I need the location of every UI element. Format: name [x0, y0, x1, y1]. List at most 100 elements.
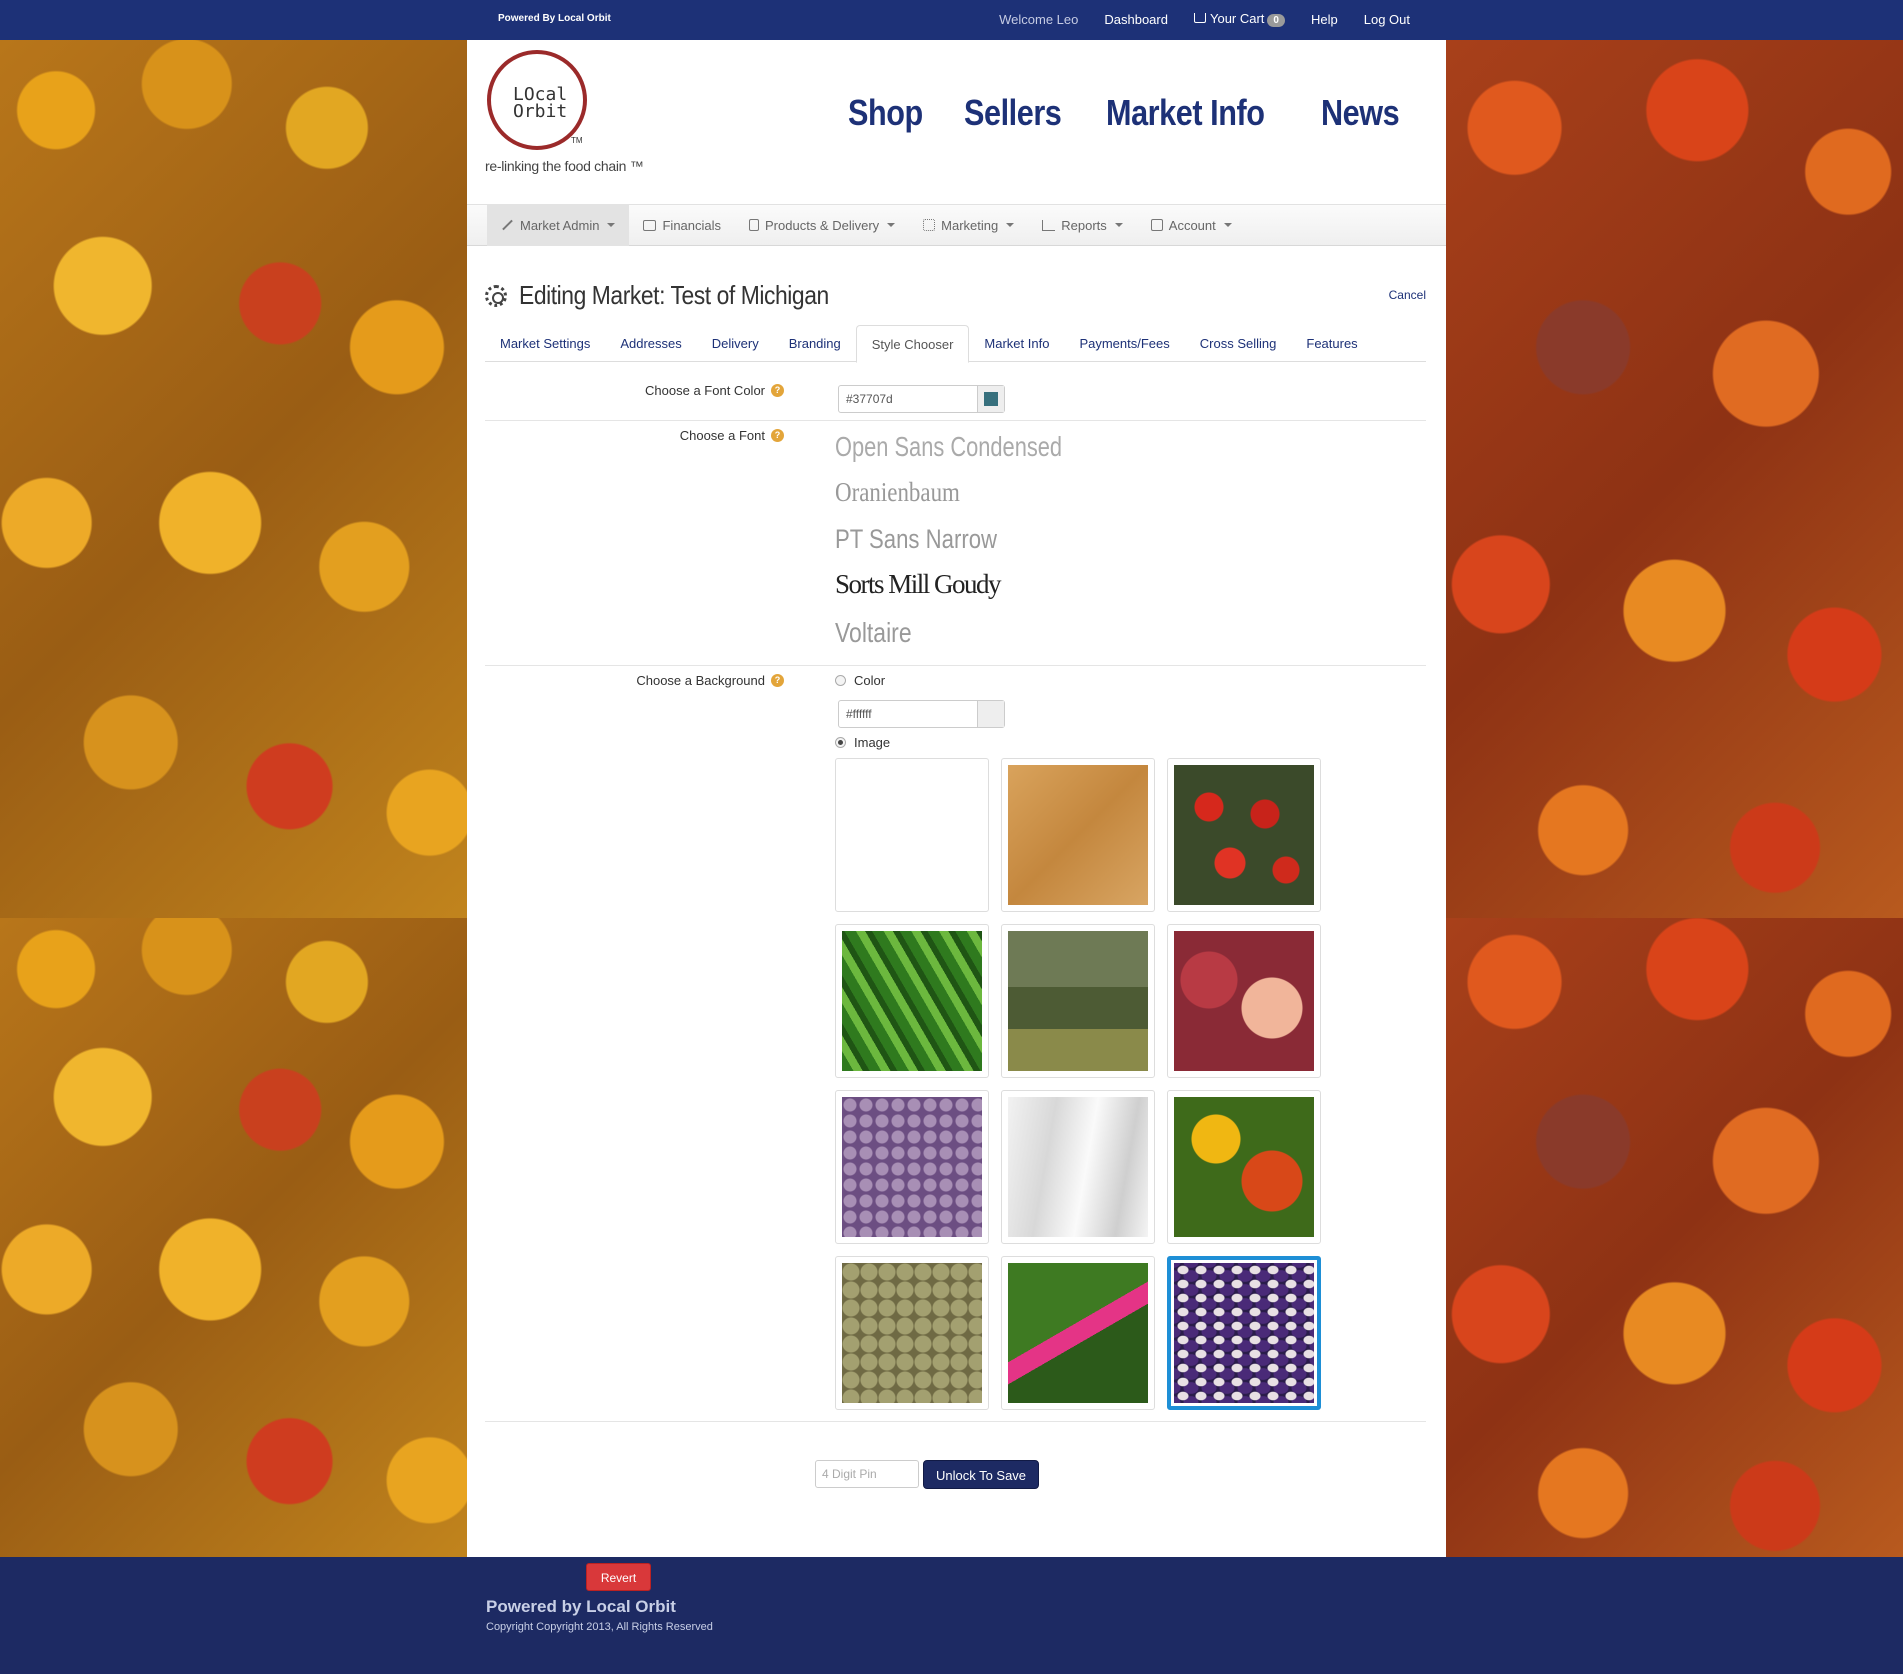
tab-style-chooser[interactable]: Style Chooser [855, 325, 970, 363]
background-thumb-potatoes[interactable] [835, 1090, 989, 1244]
cancel-link[interactable]: Cancel [1389, 288, 1426, 302]
tab-market-settings[interactable]: Market Settings [485, 325, 605, 362]
footer-title: Powered by Local Orbit [486, 1597, 676, 1616]
trademark: TM [571, 136, 583, 145]
thumb-image [842, 1097, 982, 1237]
tagline: re-linking the food chain ™ [485, 158, 644, 174]
thumb-image [1008, 1097, 1148, 1237]
background-thumb-blank[interactable] [835, 758, 989, 912]
color-swatch[interactable] [977, 386, 1004, 412]
tab-branding[interactable]: Branding [774, 325, 856, 362]
nav-sellers[interactable]: Sellers [964, 92, 1062, 134]
menu-financials[interactable]: Financials [629, 204, 735, 246]
welcome-text: Welcome Leo [999, 11, 1079, 27]
logo[interactable]: LOcal Orbit [487, 50, 587, 150]
thumb-image [842, 1263, 982, 1403]
chevron-down-icon [887, 223, 896, 227]
menu-marketing[interactable]: Marketing [909, 204, 1028, 246]
account-icon [1150, 219, 1163, 231]
pin-input[interactable]: 4 Digit Pin [815, 1460, 919, 1488]
font-option-oranienbaum[interactable]: Oranienbaum [835, 477, 960, 508]
powered-by-link[interactable]: Powered By Local Orbit [498, 13, 611, 24]
font-color-field[interactable]: #37707d [838, 385, 1005, 413]
background-image-radio[interactable]: Image [835, 735, 890, 750]
background-image-grid [835, 758, 1321, 1410]
chevron-down-icon [607, 223, 616, 227]
background-thumb-leeks[interactable] [1001, 1090, 1155, 1244]
divider [485, 665, 1426, 666]
swatch-fill [984, 707, 998, 721]
color-swatch[interactable] [977, 701, 1004, 727]
background-color-field[interactable]: #ffffff [838, 700, 1005, 728]
background-thumb-beans[interactable] [1167, 1256, 1321, 1410]
menu-label: Reports [1061, 217, 1107, 233]
background-thumb-tomatoes[interactable] [1167, 758, 1321, 912]
tab-market-info[interactable]: Market Info [969, 325, 1064, 362]
menu-products-delivery[interactable]: Products & Delivery [735, 204, 909, 246]
dashboard-link[interactable]: Dashboard [1104, 12, 1168, 27]
help-icon[interactable]: ? [771, 429, 784, 442]
thumb-image [842, 931, 982, 1071]
tab-addresses[interactable]: Addresses [605, 325, 696, 362]
main-panel: LOcal Orbit TM re-linking the food chain … [467, 40, 1446, 1557]
menu-label: Account [1168, 217, 1216, 233]
cart-link[interactable]: Your Cart 0 [1193, 11, 1285, 27]
menu-market-admin[interactable]: Market Admin [487, 204, 630, 246]
footer: Revert Powered by Local Orbit Copyright … [0, 1557, 1903, 1674]
menu-label: Financials [662, 217, 722, 233]
divider [485, 1421, 1426, 1422]
revert-button[interactable]: Revert [586, 1563, 651, 1591]
radio-button[interactable] [835, 737, 846, 748]
thumb-image [1174, 931, 1314, 1071]
settings-tabs: Market Settings Addresses Delivery Brand… [485, 325, 1426, 363]
tab-features[interactable]: Features [1291, 325, 1372, 362]
magic-wand-icon [502, 219, 513, 231]
unlock-to-save-button[interactable]: Unlock To Save [923, 1460, 1039, 1489]
admin-menu-bar: Market Admin Financials Products & Deliv… [467, 204, 1446, 246]
swatch-fill [984, 392, 998, 406]
logo-text: LOcal Orbit [513, 84, 568, 122]
help-link[interactable]: Help [1311, 12, 1338, 27]
background-thumb-paper[interactable] [1001, 758, 1155, 912]
thumb-image [1008, 765, 1148, 905]
background-tile [1446, 918, 1903, 1557]
help-icon[interactable]: ? [771, 384, 784, 397]
tab-delivery[interactable]: Delivery [697, 325, 774, 362]
background-label: Choose a Background? [636, 673, 784, 688]
thumb-image [1174, 765, 1314, 905]
menu-label: Marketing [941, 217, 999, 233]
logout-link[interactable]: Log Out [1364, 12, 1410, 27]
tab-payments-fees[interactable]: Payments/Fees [1064, 325, 1184, 362]
background-tile [0, 918, 467, 1557]
background-thumb-painting[interactable] [1001, 924, 1155, 1078]
background-thumb-peaches[interactable] [1167, 924, 1321, 1078]
thumb-image [1174, 1263, 1314, 1403]
font-option-sorts-mill-goudy[interactable]: Sorts Mill Goudy [835, 569, 1002, 600]
page-header: Editing Market: Test of Michigan [485, 280, 871, 311]
thumb-image [1008, 1263, 1148, 1403]
background-thumb-greens[interactable] [835, 924, 989, 1078]
chevron-down-icon [1006, 223, 1015, 227]
help-icon[interactable]: ? [771, 674, 784, 687]
top-bar: Powered By Local Orbit Welcome Leo Dashb… [0, 0, 1903, 40]
background-thumb-chard[interactable] [1001, 1256, 1155, 1410]
font-option-pt-sans-narrow[interactable]: PT Sans Narrow [835, 524, 997, 555]
nav-news[interactable]: News [1321, 92, 1400, 134]
background-thumb-lentils[interactable] [835, 1256, 989, 1410]
gear-icon [485, 284, 507, 307]
nav-market-info[interactable]: Market Info [1106, 92, 1265, 134]
bar-chart-icon [1042, 219, 1056, 231]
nav-shop[interactable]: Shop [848, 92, 923, 134]
font-label: Choose a Font? [680, 428, 784, 443]
background-color-radio[interactable]: Color [835, 673, 885, 688]
menu-reports[interactable]: Reports [1028, 204, 1137, 246]
main-nav: Shop Sellers Market Info News [848, 92, 1413, 134]
background-thumb-peppers[interactable] [1167, 1090, 1321, 1244]
thumb-image [1008, 931, 1148, 1071]
font-option-open-sans-condensed[interactable]: Open Sans Condensed [835, 431, 1062, 463]
font-option-voltaire[interactable]: Voltaire [835, 617, 912, 649]
tab-cross-selling[interactable]: Cross Selling [1185, 325, 1292, 362]
menu-account[interactable]: Account [1137, 204, 1246, 246]
cart-count-badge: 0 [1267, 14, 1285, 27]
radio-button[interactable] [835, 675, 846, 686]
